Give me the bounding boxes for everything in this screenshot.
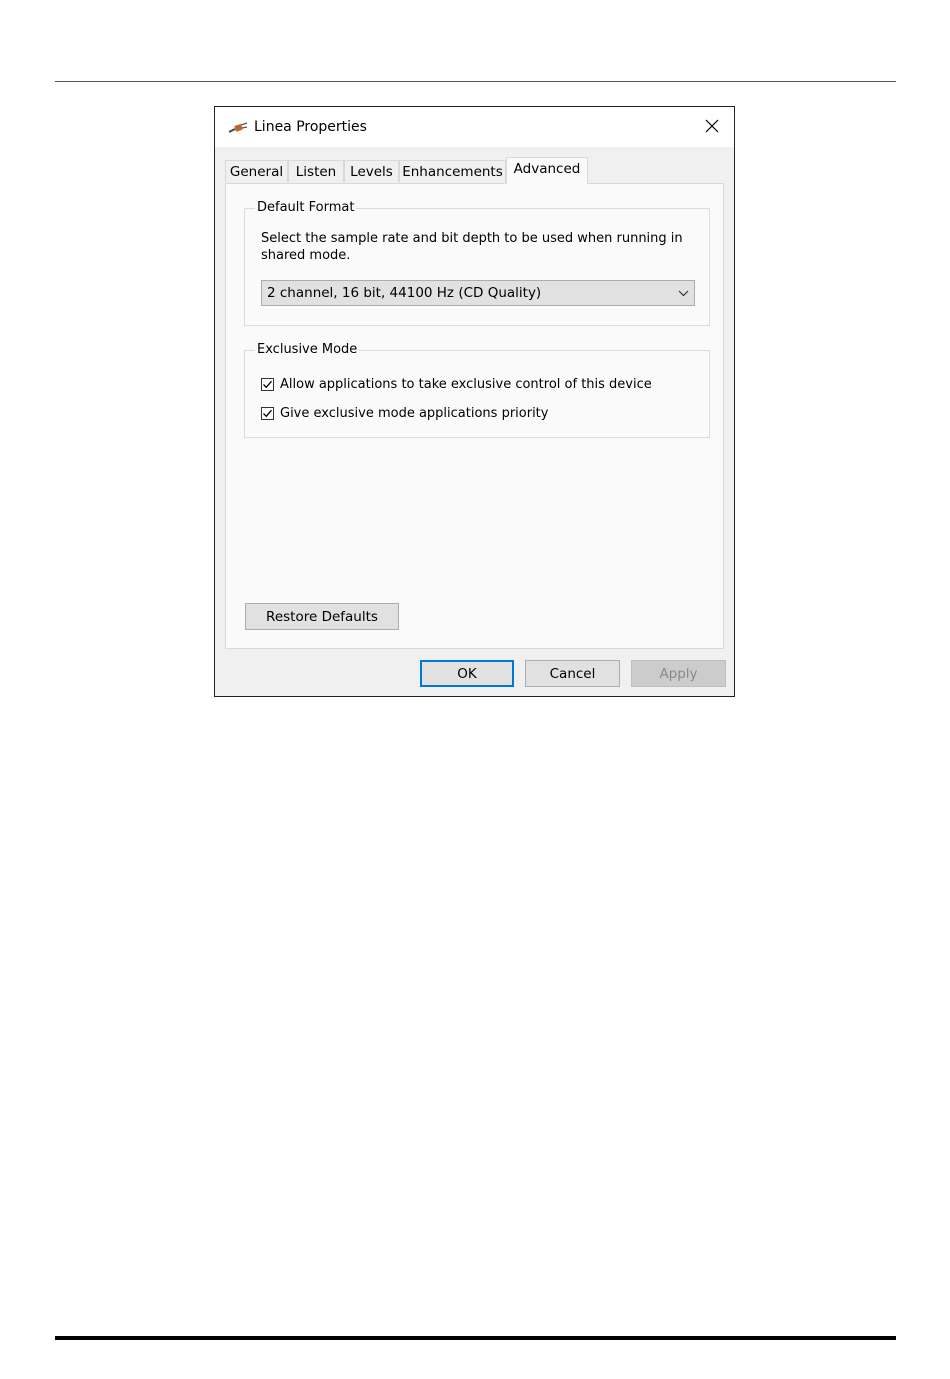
default-format-label: Default Format (255, 200, 357, 216)
tab-levels[interactable]: Levels (344, 160, 399, 182)
restore-defaults-button[interactable]: Restore Defaults (245, 603, 399, 630)
page-bottom-rule (55, 1336, 896, 1340)
apply-button: Apply (631, 660, 726, 687)
tab-enhancements[interactable]: Enhancements (399, 160, 506, 182)
exclusive-control-checkbox[interactable] (261, 378, 274, 391)
audio-plug-icon (228, 120, 248, 134)
tab-general[interactable]: General (225, 160, 288, 182)
tab-advanced[interactable]: Advanced (506, 157, 588, 184)
exclusive-control-option[interactable]: Allow applications to take exclusive con… (261, 377, 652, 392)
exclusive-control-label: Allow applications to take exclusive con… (280, 377, 652, 392)
properties-dialog: Linea Properties General Listen Levels E… (214, 106, 735, 697)
default-format-select[interactable]: 2 channel, 16 bit, 44100 Hz (CD Quality) (261, 280, 695, 306)
exclusive-mode-group: Exclusive Mode Allow applications to tak… (244, 342, 710, 438)
selected-format-value: 2 channel, 16 bit, 44100 Hz (CD Quality) (267, 285, 542, 301)
cancel-button[interactable]: Cancel (525, 660, 620, 687)
title-bar[interactable]: Linea Properties (215, 107, 734, 147)
page-top-rule (55, 81, 896, 82)
checkmark-icon (263, 380, 272, 389)
checkmark-icon (263, 409, 272, 418)
default-format-description: Select the sample rate and bit depth to … (261, 231, 683, 263)
chevron-down-icon (672, 281, 694, 305)
advanced-tab-panel: Default Format Select the sample rate an… (225, 183, 724, 649)
exclusive-priority-checkbox[interactable] (261, 407, 274, 420)
exclusive-mode-label: Exclusive Mode (255, 342, 360, 358)
close-icon (705, 118, 719, 137)
default-format-group: Default Format Select the sample rate an… (244, 200, 710, 326)
exclusive-priority-label: Give exclusive mode applications priorit… (280, 406, 549, 421)
exclusive-priority-option[interactable]: Give exclusive mode applications priorit… (261, 406, 548, 421)
ok-button[interactable]: OK (420, 660, 514, 687)
tab-listen[interactable]: Listen (288, 160, 344, 182)
close-button[interactable] (690, 107, 734, 147)
window-title: Linea Properties (254, 119, 367, 135)
